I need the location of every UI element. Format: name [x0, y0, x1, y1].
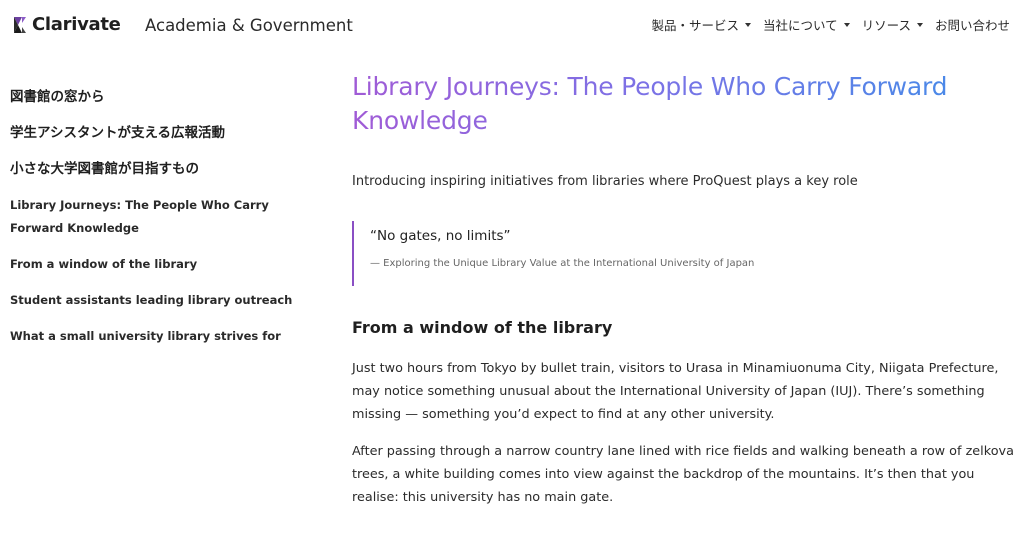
sidebar-item-small-library[interactable]: What a small university library strives …	[10, 325, 310, 348]
pull-quote: “No gates, no limits” — Exploring the Un…	[352, 221, 1017, 286]
chevron-down-icon	[744, 23, 751, 27]
nav-resources[interactable]: リソース	[862, 15, 923, 34]
sidebar-item-library-window-jp[interactable]: 図書館の窓から	[10, 86, 310, 108]
article-paragraph: After passing through a narrow country l…	[352, 444, 1014, 505]
nav-products-services[interactable]: 製品・サービス	[651, 15, 751, 34]
sidebar-item-library-window[interactable]: From a window of the library	[10, 253, 310, 276]
section-heading: From a window of the library	[352, 318, 613, 337]
clarivate-logo-icon	[14, 16, 26, 33]
quote-text: “No gates, no limits”	[370, 228, 511, 244]
sidebar-item-small-library-jp[interactable]: 小さな大学図書館が目指すもの	[10, 158, 310, 180]
top-navigation: 製品・サービス 当社について リソース お問い合わせ	[651, 15, 1010, 34]
brand-name: Clarivate	[32, 14, 121, 35]
sidebar-article-list: 図書館の窓から 学生アシスタントが支える広報活動 小さな大学図書館が目指すもの …	[10, 86, 310, 361]
division-name: Academia & Government	[145, 16, 353, 35]
sidebar-item-student-assistants[interactable]: Student assistants leading library outre…	[10, 289, 310, 312]
nav-label: 当社について	[762, 18, 838, 33]
site-header: Clarivate Academia & Government 製品・サービス …	[0, 0, 1030, 52]
nav-about-us[interactable]: 当社について	[763, 15, 850, 34]
article-title: Library Journeys: The People Who Carry F…	[352, 70, 1017, 138]
nav-contact[interactable]: お問い合わせ	[935, 15, 1010, 34]
chevron-down-icon	[916, 23, 923, 27]
article-intro: Introducing inspiring initiatives from l…	[352, 174, 858, 189]
sidebar-item-student-assistants-jp[interactable]: 学生アシスタントが支える広報活動	[10, 122, 310, 144]
nav-label: 製品・サービス	[651, 18, 739, 33]
article-paragraph: Just two hours from Tokyo by bullet trai…	[352, 361, 999, 422]
nav-label: お問い合わせ	[934, 18, 1010, 33]
article-content: Library Journeys: The People Who Carry F…	[352, 70, 1017, 509]
clarivate-logo[interactable]: Clarivate	[10, 14, 121, 35]
sidebar-item-library-journeys[interactable]: Library Journeys: The People Who Carry F…	[10, 194, 310, 240]
nav-label: リソース	[861, 18, 911, 33]
chevron-down-icon	[843, 23, 850, 27]
quote-citation: — Exploring the Unique Library Value at …	[370, 258, 755, 269]
